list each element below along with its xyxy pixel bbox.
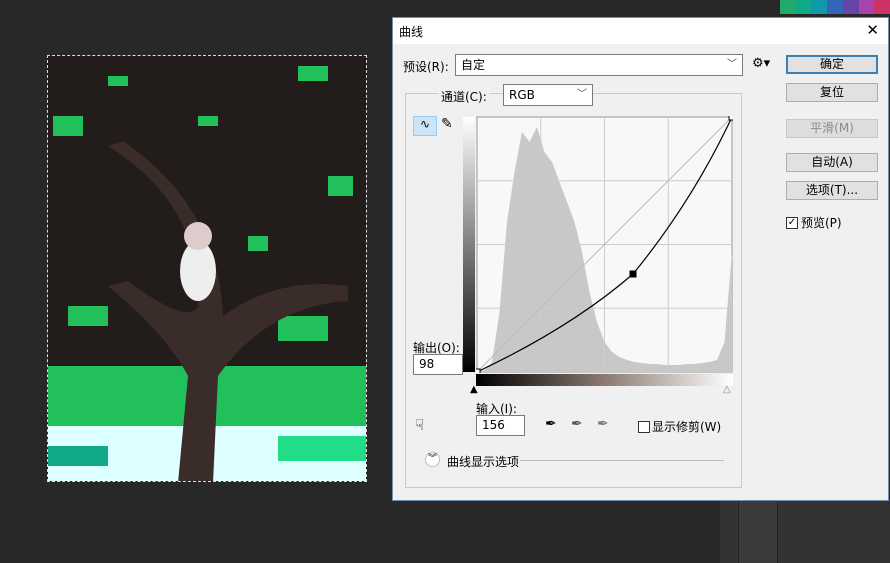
gray-eyedropper-icon[interactable]: ✒	[571, 416, 583, 432]
black-point-slider-icon[interactable]: ▲	[470, 384, 478, 395]
white-eyedropper-icon[interactable]: ✒	[597, 416, 609, 432]
dialog-title: 曲线	[399, 25, 424, 39]
title-bar: 曲线 ✕	[393, 18, 888, 44]
auto-button[interactable]: 自动(A)	[786, 153, 878, 172]
curve-point-tool-icon[interactable]: ∿	[413, 116, 437, 136]
show-clipping-checkbox[interactable]: 显示修剪(W)	[638, 418, 721, 435]
curve-point	[476, 368, 481, 373]
curve-point	[728, 116, 733, 121]
curves-dialog: 曲线 ✕ 预设(R): 自定 ﹀ ⚙▾ 确定 复位 平滑(M) 自动(A) 选项(…	[392, 17, 889, 501]
divider	[520, 460, 724, 461]
ok-button[interactable]: 确定	[786, 55, 878, 74]
input-field[interactable]: 156	[476, 415, 525, 436]
checkbox-checked-icon: ✓	[786, 216, 798, 229]
document-image[interactable]	[47, 55, 367, 482]
output-input[interactable]: 98	[413, 354, 463, 375]
gear-icon[interactable]: ⚙▾	[752, 56, 770, 71]
channel-value: RGB	[509, 88, 535, 102]
preset-label: 预设(R):	[403, 60, 449, 74]
channel-select[interactable]: RGB ﹀	[503, 84, 593, 106]
output-gradient-bar	[463, 117, 475, 372]
expand-chevron-icon[interactable]: ︾	[425, 452, 440, 467]
hand-adjust-icon[interactable]: ☟	[415, 416, 424, 434]
chevron-down-icon: ﹀	[577, 89, 587, 100]
channel-label: 通道(C):	[439, 88, 489, 105]
black-eyedropper-icon[interactable]: ✒	[545, 416, 557, 432]
close-icon[interactable]: ✕	[866, 21, 879, 39]
tree-cat-photo	[48, 56, 366, 481]
options-button[interactable]: 选项(T)...	[786, 181, 878, 200]
chevron-down-icon: ﹀	[727, 59, 737, 70]
color-swatches[interactable]	[780, 0, 890, 14]
pencil-icon[interactable]: ✎	[441, 116, 453, 132]
preview-label: 预览(P)	[801, 216, 842, 230]
preview-checkbox[interactable]: ✓ 预览(P)	[786, 214, 842, 231]
smooth-button[interactable]: 平滑(M)	[786, 119, 878, 138]
checkbox-icon	[638, 420, 650, 433]
white-point-slider-icon[interactable]: △	[723, 384, 731, 395]
input-gradient-bar	[476, 374, 733, 386]
curve-point	[629, 270, 637, 278]
curve-graph[interactable]	[476, 116, 733, 373]
show-clipping-label: 显示修剪(W)	[652, 420, 722, 434]
preset-select[interactable]: 自定 ﹀	[455, 54, 743, 76]
curve-display-options[interactable]: 曲线显示选项	[447, 453, 519, 470]
reset-button[interactable]: 复位	[786, 83, 878, 102]
right-panel-divider	[738, 500, 778, 563]
preset-value: 自定	[461, 58, 486, 72]
